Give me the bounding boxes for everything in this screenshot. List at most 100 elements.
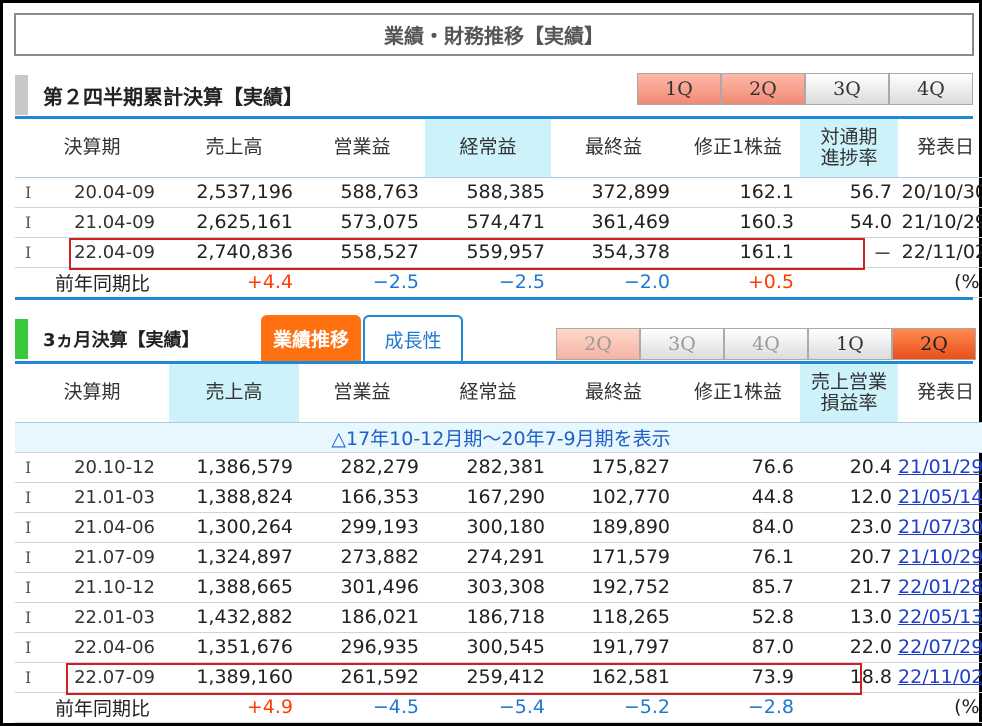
col-header-period: 決算期 xyxy=(15,119,170,178)
cell-date[interactable]: 21/05/14 xyxy=(898,482,982,513)
date-link[interactable]: 22/07/29 xyxy=(898,636,982,658)
cell-operating: 273,882 xyxy=(299,542,426,573)
table-row: I 20.10-12 1,386,579 282,279 282,381 175,827 7… xyxy=(15,452,982,483)
cell-net: 171,579 xyxy=(551,542,677,573)
date-link[interactable]: 22/01/28 xyxy=(898,576,982,598)
row-mark: I xyxy=(15,602,55,633)
cell-eps: 162.1 xyxy=(676,177,801,208)
quarterly-tab-2q-4[interactable]: 2Q xyxy=(892,328,976,360)
cell-date[interactable]: 21/01/29 xyxy=(898,452,982,483)
row-mark: I xyxy=(15,662,55,693)
col-header-eps: 修正1株益 xyxy=(676,119,801,178)
cell-eps: 85.7 xyxy=(676,572,801,603)
yoy-unit: (%) xyxy=(898,267,982,298)
col-header-period: 決算期 xyxy=(15,364,170,423)
cell-period: 20.04-09 xyxy=(55,177,170,208)
cell-ordinary: 274,291 xyxy=(425,542,552,573)
cell-date: 21/10/29 xyxy=(898,207,982,238)
cell-net: 102,770 xyxy=(551,482,677,513)
date-link[interactable]: 21/07/30 xyxy=(898,516,982,538)
table-row: I 21.10-12 1,388,665 301,496 303,308 192,752 8… xyxy=(15,572,982,603)
divider xyxy=(15,297,973,300)
cell-sales: 1,351,676 xyxy=(169,632,300,663)
cell-sales: 1,324,897 xyxy=(169,542,300,573)
cell-ratio: 22.0 xyxy=(800,632,899,663)
cell-eps: 52.8 xyxy=(676,602,801,633)
cell-ratio: 20.4 xyxy=(800,452,899,483)
cell-ordinary: 259,412 xyxy=(425,662,552,693)
range-link[interactable]: △17年10-12月期～20年7-9月期を表示 xyxy=(15,422,982,453)
row-mark: I xyxy=(15,632,55,663)
cell-date[interactable]: 22/11/02 xyxy=(898,662,982,693)
col-header-operating: 営業益 xyxy=(299,364,426,423)
cell-net: 354,378 xyxy=(551,237,677,268)
cell-operating: 296,935 xyxy=(299,632,426,663)
date-link[interactable]: 21/10/29 xyxy=(898,546,982,568)
cell-date[interactable]: 22/07/29 xyxy=(898,632,982,663)
cell-ratio: 56.7 xyxy=(800,177,899,208)
cell-period: 21.10-12 xyxy=(55,572,170,603)
cell-eps: 73.9 xyxy=(676,662,801,693)
col-header-progress-text: 対通期進捗率 xyxy=(820,125,878,169)
cell-ordinary: 574,471 xyxy=(425,207,552,238)
yoy-operating: −4.5 xyxy=(299,692,426,723)
cell-net: 118,265 xyxy=(551,602,677,633)
yoy-label: 前年同期比 xyxy=(15,692,170,723)
cell-eps: 87.0 xyxy=(676,632,801,663)
date-link[interactable]: 22/11/02 xyxy=(898,666,982,688)
cell-sales: 1,432,882 xyxy=(169,602,300,633)
cell-ratio: 23.0 xyxy=(800,512,899,543)
cell-period: 20.10-12 xyxy=(55,452,170,483)
quarterly-tab-4q-2[interactable]: 4Q xyxy=(724,328,808,360)
tab-performance[interactable]: 業績推移 xyxy=(261,315,361,361)
quarterly-header-row: 決算期 売上高 営業益 経常益 最終益 修正1株益 売上営業損益率 発表日 xyxy=(15,364,982,423)
date-link[interactable]: 21/05/14 xyxy=(898,486,982,508)
date-link[interactable]: 22/05/13 xyxy=(898,606,982,628)
cell-sales: 1,388,824 xyxy=(169,482,300,513)
cell-eps: 76.1 xyxy=(676,542,801,573)
cumulative-tab-3q-2[interactable]: 3Q xyxy=(805,73,889,105)
cell-period: 21.07-09 xyxy=(55,542,170,573)
quarterly-tab-2q-0[interactable]: 2Q xyxy=(556,328,640,360)
cumulative-section-title: 第２四半期累計決算【実績】 xyxy=(15,75,303,115)
cell-eps: 161.1 xyxy=(676,237,801,268)
cell-ordinary: 282,381 xyxy=(425,452,552,483)
cell-net: 189,890 xyxy=(551,512,677,543)
row-mark: I xyxy=(15,572,55,603)
cell-date[interactable]: 22/01/28 xyxy=(898,572,982,603)
yoy-operating: −2.5 xyxy=(299,267,426,298)
page-title: 業績・財務推移【実績】 xyxy=(14,13,974,56)
cell-eps: 44.8 xyxy=(676,482,801,513)
yoy-sales: +4.9 xyxy=(169,692,300,723)
col-header-ordinary: 経常益 xyxy=(425,364,552,423)
quarterly-tab-1q-3[interactable]: 1Q xyxy=(808,328,892,360)
cell-ratio: 54.0 xyxy=(800,207,899,238)
tab-growth[interactable]: 成長性 xyxy=(363,315,463,361)
date-link[interactable]: 21/01/29 xyxy=(898,456,982,478)
yoy-unit: (%) xyxy=(898,692,982,723)
yoy-net: −5.2 xyxy=(551,692,677,723)
col-header-operating: 営業益 xyxy=(299,119,426,178)
table-row: I 21.07-09 1,324,897 273,882 274,291 171,579 7… xyxy=(15,542,982,573)
cell-net: 192,752 xyxy=(551,572,677,603)
cell-period: 22.01-03 xyxy=(55,602,170,633)
col-header-net: 最終益 xyxy=(551,119,677,178)
col-header-sales: 売上高 xyxy=(169,364,300,423)
cell-ordinary: 559,957 xyxy=(425,237,552,268)
cell-date[interactable]: 22/05/13 xyxy=(898,602,982,633)
cumulative-tab-4q-3[interactable]: 4Q xyxy=(889,73,973,105)
quarterly-tab-3q-1[interactable]: 3Q xyxy=(640,328,724,360)
cell-operating: 186,021 xyxy=(299,602,426,633)
cell-period: 22.04-06 xyxy=(55,632,170,663)
cell-date[interactable]: 21/10/29 xyxy=(898,542,982,573)
quarterly-table: 決算期 売上高 営業益 経常益 最終益 修正1株益 売上営業損益率 発表日 △1… xyxy=(15,364,982,723)
cumulative-tab-1q-0[interactable]: 1Q xyxy=(637,73,721,105)
row-mark: I xyxy=(15,542,55,573)
cell-operating: 588,763 xyxy=(299,177,426,208)
cell-date[interactable]: 21/07/30 xyxy=(898,512,982,543)
cell-eps: 76.6 xyxy=(676,452,801,483)
yoy-empty xyxy=(800,267,899,298)
cumulative-table: 決算期 売上高 営業益 経常益 最終益 修正1株益 対通期進捗率 発表日 I 20… xyxy=(15,119,982,298)
yoy-net: −2.0 xyxy=(551,267,677,298)
cumulative-tab-2q-1[interactable]: 2Q xyxy=(721,73,805,105)
